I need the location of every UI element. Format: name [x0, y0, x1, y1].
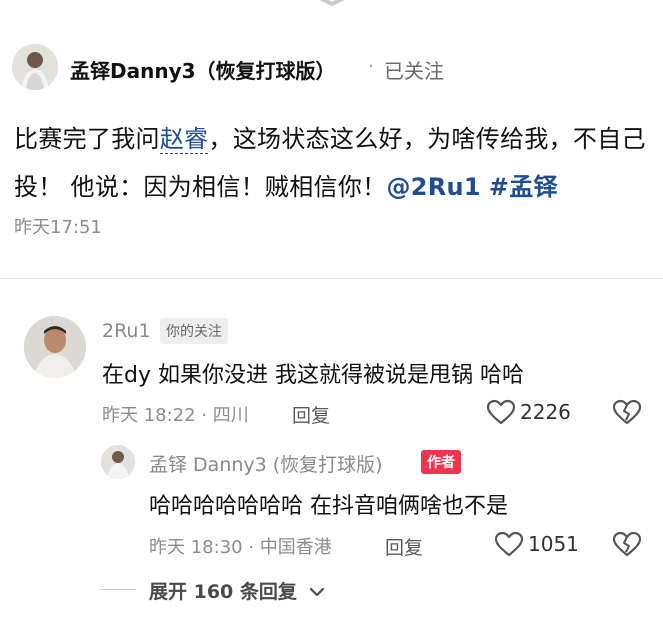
- following-badge: 你的关注: [160, 318, 228, 344]
- reply-meta: 昨天 18:30 · 中国香港: [149, 537, 332, 558]
- follow-status-button[interactable]: 已关注: [384, 55, 444, 84]
- expand-divider: [100, 589, 136, 590]
- reply-button[interactable]: 回复: [385, 533, 423, 560]
- reply-button[interactable]: 回复: [292, 401, 330, 428]
- comment-username[interactable]: 2Ru1: [102, 320, 151, 342]
- heart-icon[interactable]: [494, 531, 524, 561]
- reply-text: 哈哈哈哈哈哈哈 在抖音咱俩啥也不是: [149, 494, 508, 519]
- mention-link[interactable]: 赵睿: [159, 125, 209, 154]
- post-text: 比赛完了我问赵睿，这场状态这么好，为啥传给我，不自己投！ 他说：因为相信！贼相信…: [14, 115, 650, 211]
- at-user-link[interactable]: @2Ru1: [386, 173, 480, 201]
- post-text-part1: 比赛完了我问: [14, 125, 160, 153]
- reply-username[interactable]: 孟铎 Danny3 (恢复打球版): [149, 450, 383, 477]
- like-count: 1051: [528, 532, 579, 556]
- post-author-name[interactable]: 孟铎Danny3（恢复打球版）: [70, 55, 336, 84]
- collapse-chevron-icon[interactable]: [308, 0, 356, 12]
- author-badge: 作者: [421, 450, 461, 474]
- like-count: 2226: [520, 400, 571, 424]
- broken-heart-icon[interactable]: [612, 399, 642, 429]
- comment-text: 在dy 如果你没进 我这就得被说是甩锅 哈哈: [102, 363, 524, 388]
- broken-heart-icon[interactable]: [612, 531, 642, 561]
- comment-avatar[interactable]: [24, 316, 86, 378]
- chevron-down-icon[interactable]: [309, 583, 325, 602]
- section-divider: [0, 278, 663, 279]
- post-timestamp: 昨天17:51: [14, 217, 102, 238]
- follow-separator: ·: [368, 56, 374, 77]
- heart-icon[interactable]: [486, 399, 516, 429]
- comment-meta: 昨天 18:22 · 四川: [102, 405, 249, 426]
- reply-avatar[interactable]: [101, 445, 135, 479]
- expand-replies-button[interactable]: 展开 160 条回复: [149, 577, 297, 604]
- post-author-avatar[interactable]: [12, 44, 58, 90]
- hashtag-link[interactable]: #孟铎: [489, 173, 558, 201]
